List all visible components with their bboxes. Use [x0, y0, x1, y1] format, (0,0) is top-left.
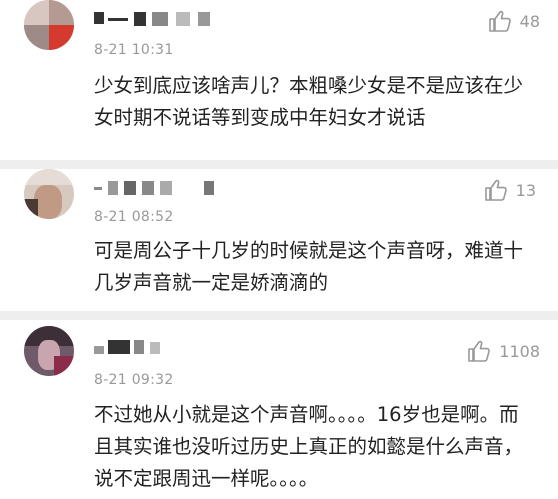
like-count: 1108: [499, 341, 540, 361]
like-button[interactable]: 48: [488, 10, 540, 32]
comment-item: 8-21 09:32 1108 不过她从小就是这个声音啊。。。。16岁也是啊。而…: [0, 320, 558, 499]
like-button[interactable]: 13: [484, 179, 536, 201]
like-count: 48: [519, 11, 540, 31]
username[interactable]: [94, 12, 244, 30]
comment-time: 8-21 09:32: [94, 372, 174, 388]
comment-time: 8-21 10:31: [94, 42, 174, 58]
comment-text: 可是周公子十几岁的时候就是这个声音呀，难道十几岁声音就一定是娇滴滴的: [94, 239, 524, 294]
username[interactable]: [94, 340, 244, 358]
avatar[interactable]: [24, 0, 74, 50]
thumbs-up-icon: [468, 340, 491, 362]
comment-text: 少女到底应该啥声儿？本粗嗓少女是不是应该在少女时期不说话等到变成中年妇女才说话: [94, 74, 524, 129]
divider: [0, 160, 558, 169]
comment-time: 8-21 08:52: [94, 209, 174, 225]
avatar[interactable]: [24, 326, 74, 376]
username[interactable]: [94, 181, 244, 199]
like-button[interactable]: 1108: [467, 340, 540, 362]
thumbs-up-icon: [484, 179, 507, 201]
thumbs-up-icon: [488, 10, 511, 32]
comment-text: 不过她从小就是这个声音啊。。。。16岁也是啊。而且其实谁也没听过历史上真正的如懿…: [94, 403, 524, 490]
comment-item: 8-21 08:52 13 可是周公子十几岁的时候就是这个声音呀，难道十几岁声音…: [0, 169, 558, 311]
like-count: 13: [515, 180, 536, 200]
comment-item: 8-21 10:31 48 少女到底应该啥声儿？本粗嗓少女是不是应该在少女时期不…: [0, 0, 558, 160]
divider: [0, 311, 558, 320]
avatar[interactable]: [24, 169, 74, 219]
